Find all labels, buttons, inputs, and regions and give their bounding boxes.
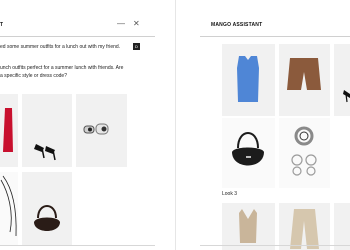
product-tile-hobo-bag[interactable] [22,172,72,245]
product-tile-halter-top[interactable] [222,203,275,250]
product-tile-hoop-earrings[interactable] [279,118,330,188]
assistant-message-line: a specific style or dress code? [0,73,67,79]
linen-trousers-icon [290,209,319,249]
look-label: Look 3 [222,191,238,197]
product-tile-black-bag[interactable] [222,118,275,188]
left-bottom-border [0,245,155,246]
black-bag-icon [232,132,264,166]
bag-strap-icon [0,175,17,237]
product-tile-earrings[interactable] [76,94,127,167]
hoop-earrings-icon [291,126,317,176]
close-icon[interactable]: ✕ [133,20,140,28]
assistant-message: unch outfits perfect for a summer lunch … [0,64,123,80]
user-message: ed some summer outfits for a lunch out w… [0,44,121,50]
left-panel-title: T [0,22,4,28]
assistant-title: MANGO ASSISTANT [211,22,263,28]
earrings-icon [83,123,109,135]
product-tile-blue-top[interactable] [222,44,275,116]
sandals-icon [34,144,56,161]
blue-top-icon [237,56,259,102]
right-header-divider [200,36,350,37]
user-avatar-chip: D [133,43,140,50]
minimize-icon[interactable]: — [117,20,125,28]
right-bottom-border [200,245,350,246]
product-tile-sandal-partial[interactable] [334,44,350,116]
assistant-message-line: unch outfits perfect for a summer lunch … [0,65,124,71]
hobo-bag-icon [34,205,60,231]
product-tile-partial[interactable] [334,203,350,250]
product-tile-linen-trousers[interactable] [279,203,330,250]
product-tile-bag-strap[interactable] [0,172,18,245]
red-dress-icon [3,108,13,152]
header-divider [0,36,155,37]
panel-divider [175,0,176,250]
halter-top-icon [239,209,257,243]
product-tile-red-dress[interactable] [0,94,18,167]
product-tile-brown-shorts[interactable] [279,44,330,116]
product-tile-sandals[interactable] [22,94,72,167]
brown-shorts-icon [287,58,321,90]
sandal-icon [343,90,350,103]
